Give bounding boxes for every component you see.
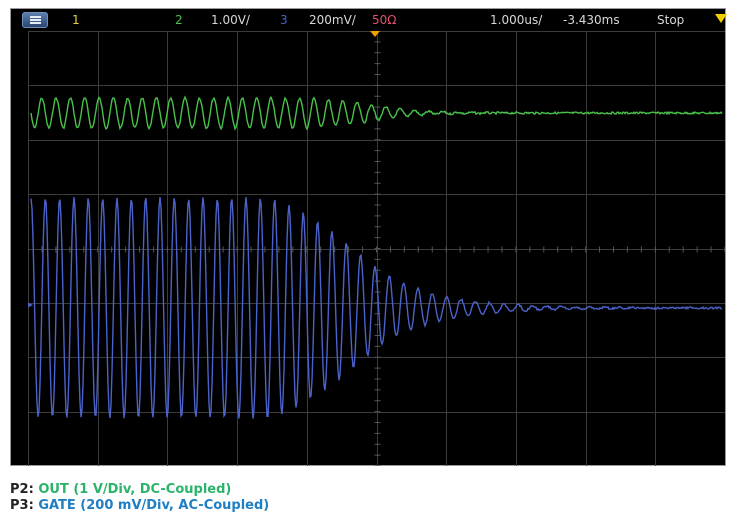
waveform-area: 3 (28, 31, 725, 466)
run-state[interactable]: Stop (657, 13, 684, 27)
menu-button[interactable] (22, 12, 48, 28)
legend-label-p2: P2: (10, 482, 34, 497)
legend-row-p3: P3: GATE (200 mV/Div, AC-Coupled) (10, 498, 269, 514)
trigger-position-icon (370, 31, 380, 37)
legend-row-p2: P2: OUT (1 V/Div, DC-Coupled) (10, 482, 269, 498)
graticule (28, 31, 725, 466)
legend-label-p3: P3: (10, 498, 34, 513)
ch2-scale: 1.00V/ (211, 13, 250, 27)
ch2-waveform (30, 95, 723, 131)
legend-text-p3: GATE (200 mV/Div, AC-Coupled) (38, 498, 270, 513)
timebase-scale[interactable]: 1.000us/ (490, 13, 542, 27)
menu-icon (30, 16, 41, 24)
ch3-waveform (30, 197, 723, 419)
ch3-scale: 200mV/ (309, 13, 356, 27)
scope-status-bar: 1 2 1.00V/ 3 200mV/ 50Ω 1.000us/ -3.430m… (12, 10, 727, 30)
trigger-marker-icon (715, 14, 727, 23)
legend-text-p2: OUT (1 V/Div, DC-Coupled) (38, 482, 232, 497)
ch1-indicator[interactable]: 1 (72, 13, 80, 27)
ch2-indicator[interactable]: 2 (175, 13, 183, 27)
ch3-indicator[interactable]: 3 (280, 13, 288, 27)
probe-legend: P2: OUT (1 V/Div, DC-Coupled) P3: GATE (… (10, 482, 269, 514)
ch3-impedance: 50Ω (372, 13, 397, 27)
waveform-plot: 3 (28, 31, 725, 466)
oscilloscope-display: 1 2 1.00V/ 3 200mV/ 50Ω 1.000us/ -3.430m… (10, 8, 727, 466)
trigger-delay[interactable]: -3.430ms (563, 13, 620, 27)
